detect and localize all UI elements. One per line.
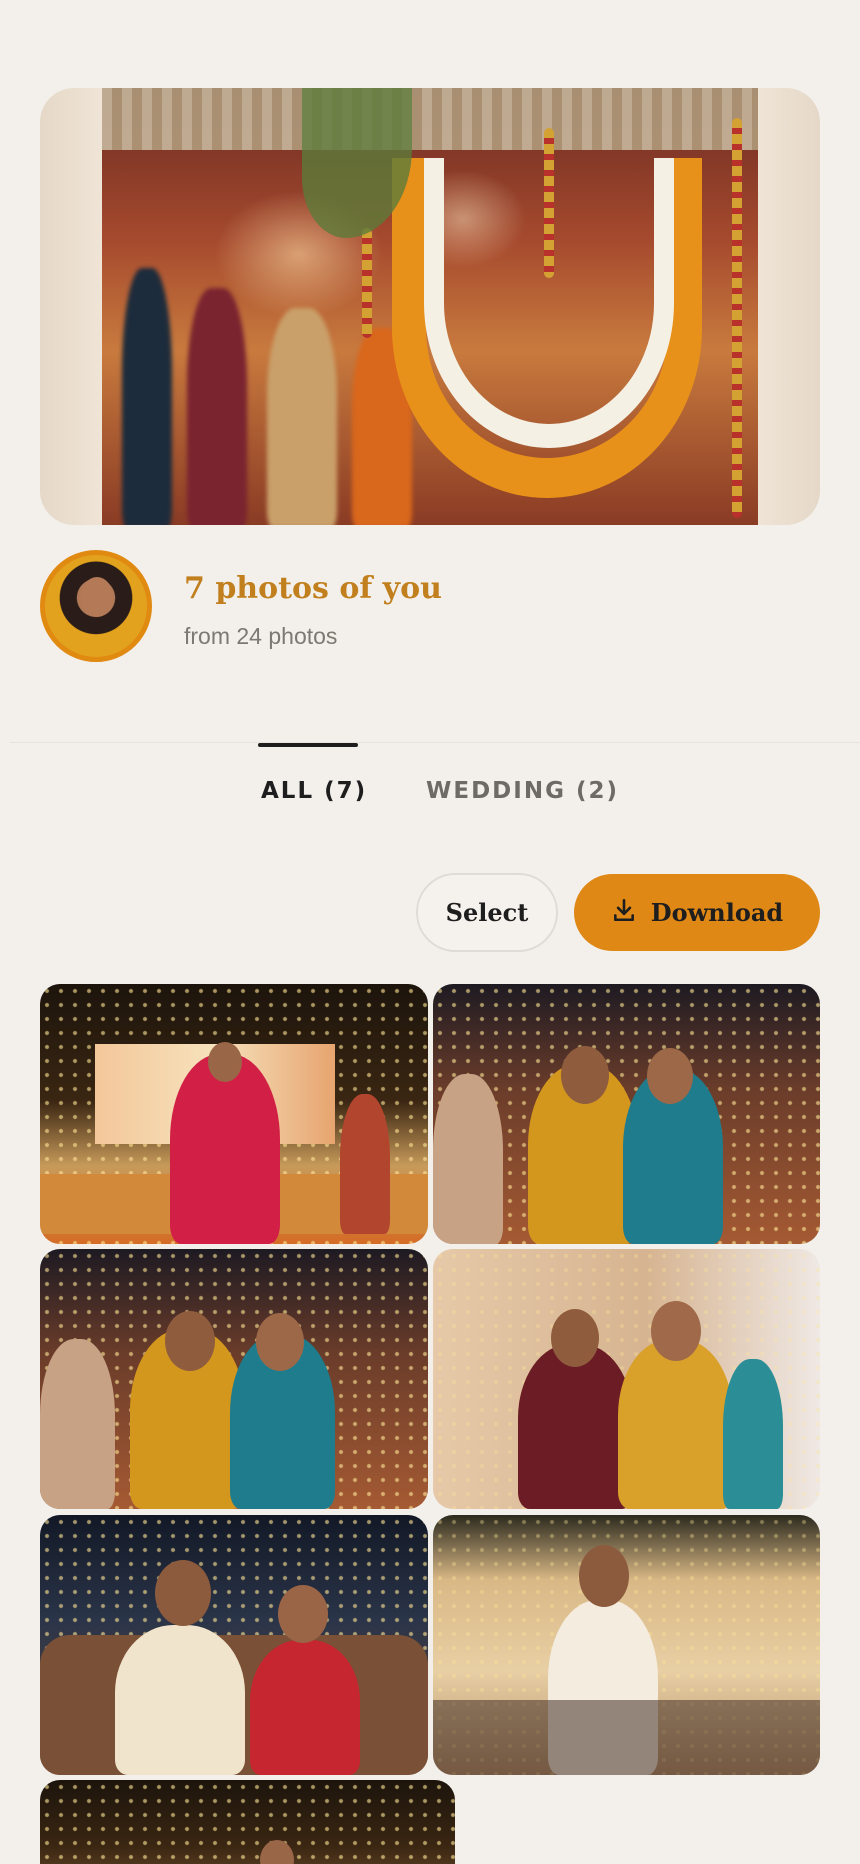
select-button[interactable]: Select: [416, 873, 558, 952]
download-icon: [611, 897, 637, 929]
photo-seventh[interactable]: [40, 1780, 455, 1864]
active-tab-indicator: [258, 743, 358, 747]
page-title: 7 photos of you: [184, 571, 442, 606]
select-button-label: Select: [445, 898, 529, 927]
photo-mother-daughter[interactable]: [433, 1249, 820, 1509]
photo-dancing-bride[interactable]: [40, 984, 428, 1244]
photo-count-subtitle: from 24 photos: [184, 623, 338, 649]
photo-selfie-friends-2[interactable]: [40, 1249, 428, 1509]
tab-wedding[interactable]: WEDDING (2): [426, 778, 619, 804]
download-button-label: Download: [650, 898, 784, 927]
cover-image: [40, 88, 820, 525]
photo-selfie-friends[interactable]: [433, 984, 820, 1244]
tab-all[interactable]: ALL (7): [261, 778, 367, 804]
photo-speech-microphone[interactable]: [433, 1515, 820, 1775]
divider: [10, 742, 860, 743]
download-button[interactable]: Download: [574, 874, 820, 951]
photo-results-page: 7 photos of you from 24 photos ALL (7) W…: [0, 0, 860, 1864]
photo-seated-couple[interactable]: [40, 1515, 428, 1775]
cover-photo: [102, 88, 758, 525]
avatar: [40, 550, 152, 662]
